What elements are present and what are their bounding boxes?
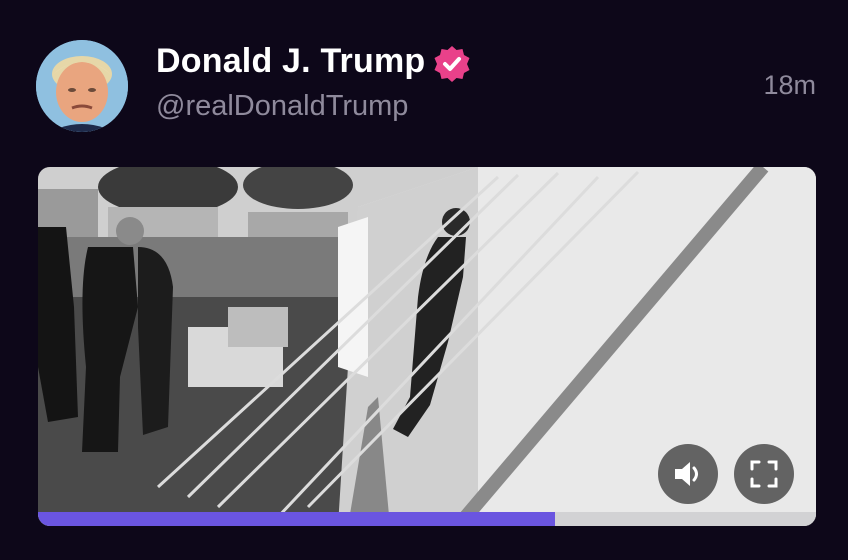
fullscreen-icon [750,460,778,488]
profile-photo-icon [36,40,128,132]
post-timestamp: 18m [763,70,816,100]
verified-badge-icon [434,46,470,82]
volume-button[interactable] [658,444,718,504]
fullscreen-button[interactable] [734,444,794,504]
display-name[interactable]: Donald J. Trump [156,42,425,81]
video-player[interactable] [38,167,816,526]
speaker-icon [675,462,698,486]
user-handle[interactable]: @realDonaldTrump [156,90,408,123]
avatar[interactable] [36,40,128,132]
progress-bar[interactable] [38,512,816,526]
progress-fill [38,512,556,526]
